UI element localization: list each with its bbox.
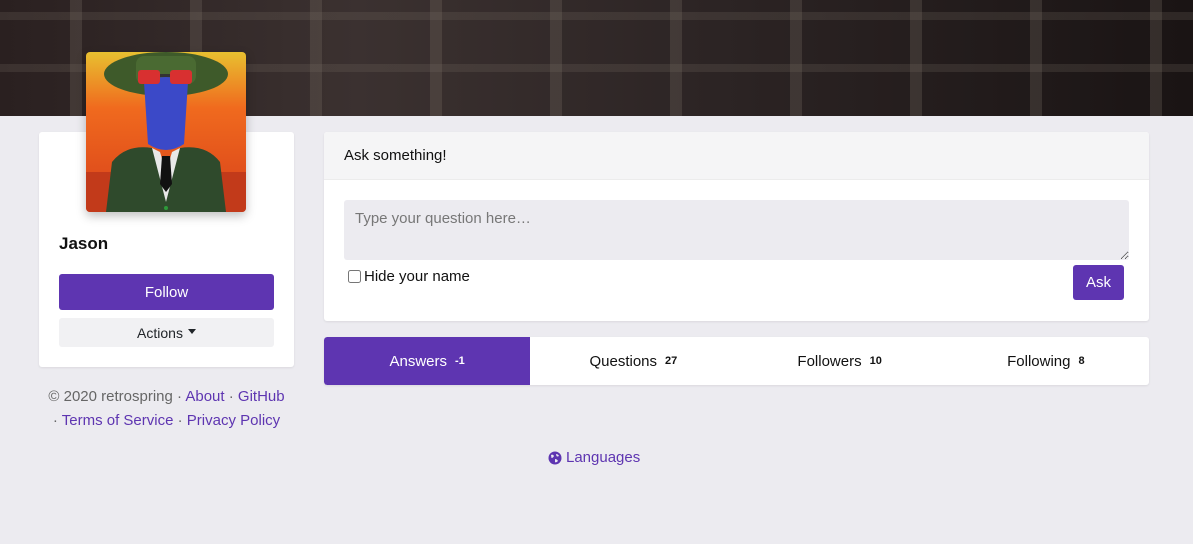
languages-link[interactable]: Languages [548, 449, 640, 466]
about-link[interactable]: About [185, 388, 224, 405]
ask-question-card: Ask something! Hide your name Ask [324, 132, 1149, 321]
languages-label: Languages [566, 449, 641, 466]
globe-icon [548, 451, 562, 464]
tab-label: Followers [797, 352, 862, 370]
ask-card-header: Ask something! [324, 132, 1149, 180]
profile-name: Jason [59, 234, 109, 253]
separator: · [228, 388, 234, 405]
tab-label: Following [1007, 352, 1071, 370]
ask-card-title: Ask something! [344, 147, 447, 164]
ask-button[interactable]: Ask [1073, 265, 1124, 300]
tab-questions[interactable]: Questions 27 [530, 337, 736, 385]
privacy-link[interactable]: Privacy Policy [187, 412, 280, 429]
hide-name-checkbox[interactable] [348, 270, 361, 283]
hide-name-option[interactable]: Hide your name [348, 268, 470, 285]
tab-count: -1 [455, 355, 465, 367]
footer-links: © 2020 retrospring · About · GitHub · Te… [39, 385, 294, 433]
avatar [86, 52, 246, 212]
github-link[interactable]: GitHub [238, 388, 285, 405]
separator: · [52, 412, 58, 429]
separator: · [177, 388, 183, 405]
tab-following[interactable]: Following 8 [943, 337, 1149, 385]
terms-link[interactable]: Terms of Service [62, 412, 174, 429]
actions-label: Actions [137, 324, 183, 341]
tab-count: 8 [1078, 355, 1085, 367]
tab-label: Questions [589, 352, 658, 370]
avatar-portrait-image [86, 52, 246, 212]
copyright-text: © 2020 retrospring [48, 388, 173, 405]
separator: · [177, 412, 183, 429]
profile-tabs: Answers -1 Questions 27 Followers 10 Fol… [324, 337, 1149, 385]
follow-button[interactable]: Follow [59, 274, 274, 310]
caret-down-icon [187, 329, 196, 334]
tab-followers[interactable]: Followers 10 [737, 337, 943, 385]
tab-count: 27 [665, 355, 678, 367]
actions-dropdown-button[interactable]: Actions [59, 318, 274, 347]
question-input[interactable] [344, 200, 1129, 260]
hide-name-label: Hide your name [364, 268, 470, 285]
tab-count: 10 [869, 355, 882, 367]
tab-answers[interactable]: Answers -1 [324, 337, 531, 385]
tab-label: Answers [389, 352, 447, 370]
